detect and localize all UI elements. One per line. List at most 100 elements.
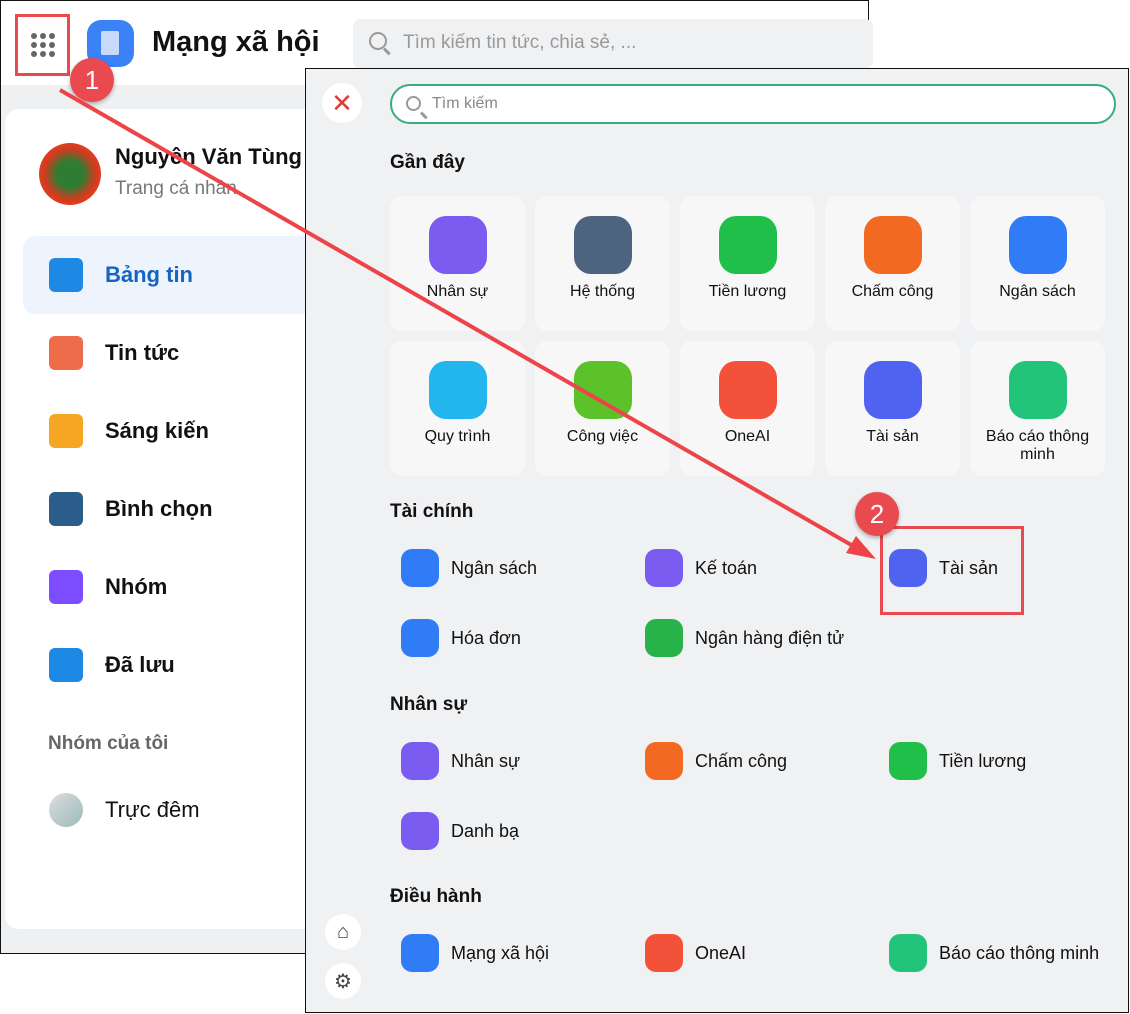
app-label: Ngân hàng điện tử (695, 627, 845, 648)
recent-app-tile[interactable]: Quy trình (390, 341, 525, 476)
app-grid-button[interactable] (15, 14, 70, 76)
app-icon (428, 216, 487, 274)
app-item[interactable]: Danh bạ (401, 812, 519, 850)
recent-title: Gần đây (390, 152, 465, 173)
home-button[interactable]: ⌂ (325, 914, 361, 950)
app-icon (1008, 361, 1067, 419)
section-title: Tài chính (390, 501, 474, 522)
app-icon (889, 934, 927, 972)
app-icon (863, 361, 922, 419)
nav-icon (49, 648, 83, 682)
app-icon (645, 549, 683, 587)
sidebar-item[interactable]: Nhóm (23, 548, 323, 626)
top-search-input[interactable]: Tìm kiếm tin tức, chia sẻ, ... (353, 19, 873, 69)
groups-header: Nhóm của tôi (48, 733, 169, 754)
app-label: Tài sản (866, 428, 919, 445)
app-label: Tiền lương (708, 283, 787, 300)
nav-label: Tin tức (105, 340, 180, 365)
app-item[interactable]: Hóa đơn (401, 619, 521, 657)
app-label: Công việc (566, 428, 639, 445)
app-icon (573, 216, 632, 274)
app-item[interactable]: OneAI (645, 934, 746, 972)
nav-icon (49, 570, 83, 604)
sidebar-item[interactable]: Đã lưu (23, 626, 323, 704)
section-title: Nhân sự (390, 694, 468, 715)
app-label: Báo cáo thông minh (939, 942, 1100, 963)
app-label: Quy trình (424, 428, 491, 445)
app-item[interactable]: Tiền lương (889, 742, 1026, 780)
app-label: Tiền lương (939, 750, 1027, 771)
profile-link[interactable]: Trang cá nhân (115, 178, 237, 200)
grid-icon (30, 33, 55, 57)
app-icon (863, 216, 922, 274)
sidebar-item[interactable]: Sáng kiến (23, 392, 323, 470)
app-icon (645, 742, 683, 780)
recent-app-tile[interactable]: Báo cáo thông minh (970, 341, 1105, 476)
nav-icon (49, 492, 83, 526)
close-button[interactable]: ✕ (322, 83, 362, 123)
group-item[interactable]: Trực đêm (23, 771, 323, 849)
sidebar-item[interactable]: Tin tức (23, 314, 323, 392)
nav-label: Sáng kiến (105, 418, 209, 443)
app-icon (401, 742, 439, 780)
recent-app-tile[interactable]: OneAI (680, 341, 815, 476)
recent-app-tile[interactable]: Công việc (535, 341, 670, 476)
app-item[interactable]: Chấm công (645, 742, 787, 780)
app-icon (401, 934, 439, 972)
app-icon (573, 361, 632, 419)
nav-icon (49, 414, 83, 448)
app-label: Hệ thống (570, 283, 635, 300)
search-icon (406, 96, 421, 111)
recent-app-tile[interactable]: Chấm công (825, 196, 960, 331)
app-item[interactable]: Ngân hàng điện tử (645, 619, 844, 657)
nav-label: Nhóm (105, 574, 168, 599)
sidebar-item[interactable]: Bảng tin (23, 236, 323, 314)
app-item[interactable]: Nhân sự (401, 742, 520, 780)
search-placeholder: Tìm kiếm (432, 95, 498, 112)
group-avatar (49, 793, 83, 827)
app-icon (428, 361, 487, 419)
highlight-box (880, 526, 1024, 615)
home-icon: ⌂ (336, 920, 350, 943)
recent-app-tile[interactable]: Nhân sự (390, 196, 525, 331)
gear-icon: ⚙ (334, 970, 352, 993)
app-label: Ngân sách (999, 283, 1076, 300)
app-icon (401, 619, 439, 657)
launcher-search-input[interactable]: Tìm kiếm (390, 84, 1116, 124)
app-label: Kế toán (695, 557, 758, 578)
app-label: Chấm công (695, 750, 788, 771)
app-icon (401, 812, 439, 850)
app-icon (889, 742, 927, 780)
app-icon (401, 549, 439, 587)
sidebar-item[interactable]: Bình chọn (23, 470, 323, 548)
recent-app-tile[interactable]: Hệ thống (535, 196, 670, 331)
close-icon: ✕ (331, 87, 353, 118)
nav-label: Bảng tin (105, 262, 193, 287)
app-icon (1008, 216, 1067, 274)
search-icon (369, 32, 387, 50)
app-icon (645, 619, 683, 657)
nav-label: Đã lưu (105, 652, 175, 677)
app-label: OneAI (724, 428, 771, 445)
recent-app-tile[interactable]: Ngân sách (970, 196, 1105, 331)
nav-icon (49, 336, 83, 370)
app-item[interactable]: Ngân sách (401, 549, 537, 587)
nav-label: Bình chọn (105, 496, 213, 521)
recent-app-tile[interactable]: Tiền lương (680, 196, 815, 331)
user-name[interactable]: Nguyên Văn Tùng (115, 144, 302, 170)
app-label: OneAI (695, 942, 747, 963)
app-label: Nhân sự (451, 750, 521, 771)
app-item[interactable]: Kế toán (645, 549, 757, 587)
app-icon (645, 934, 683, 972)
avatar[interactable] (39, 143, 101, 205)
recent-app-tile[interactable]: Tài sản (825, 341, 960, 476)
app-item[interactable]: Mạng xã hội (401, 934, 549, 972)
app-launcher-panel: ✕ Tìm kiếm Gần đây Nhân sự Hệ thống Tiền l… (305, 68, 1129, 1013)
settings-button[interactable]: ⚙ (325, 963, 361, 999)
app-item[interactable]: Báo cáo thông minh (889, 934, 1099, 972)
step-badge-2: 2 (855, 492, 899, 536)
app-label: Ngân sách (451, 557, 538, 578)
app-label: Hóa đơn (451, 627, 521, 648)
app-label: Danh bạ (451, 820, 520, 841)
step-badge-1: 1 (70, 58, 114, 102)
